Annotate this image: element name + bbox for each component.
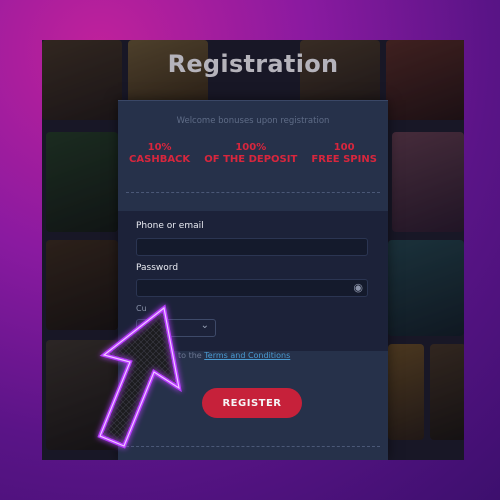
terms-text: to the Terms and Conditions: [178, 351, 290, 360]
bonus-label: FREE SPINS: [311, 154, 377, 165]
divider: [126, 192, 380, 193]
bonus-label: CASHBACK: [129, 154, 191, 165]
bonus-row: 10% CASHBACK 100% OF THE DEPOSIT 100 FRE…: [118, 142, 388, 166]
password-input[interactable]: ◉: [136, 279, 368, 297]
phone-label: Phone or email: [136, 221, 204, 231]
terms-link[interactable]: Terms and Conditions: [204, 351, 290, 360]
bonus-item: 10% CASHBACK: [129, 142, 190, 166]
bonus-value: 10%: [147, 142, 172, 153]
page-title: Registration: [167, 50, 339, 78]
bonus-value: 100%: [235, 142, 267, 153]
eye-icon[interactable]: ◉: [353, 281, 363, 294]
arrow-pointer-icon: [97, 304, 182, 449]
password-label: Password: [136, 263, 179, 273]
bonus-item: 100 FREE SPINS: [311, 142, 377, 166]
bonus-value: 100: [333, 142, 355, 153]
chevron-down-icon: ⌄: [200, 320, 209, 331]
bonus-label: OF THE DEPOSIT: [204, 154, 298, 165]
welcome-bonus-text: Welcome bonuses upon registration: [176, 116, 330, 126]
bonus-item: 100% OF THE DEPOSIT: [204, 142, 297, 166]
phone-email-input[interactable]: [136, 238, 368, 256]
register-button[interactable]: REGISTER: [202, 388, 302, 418]
